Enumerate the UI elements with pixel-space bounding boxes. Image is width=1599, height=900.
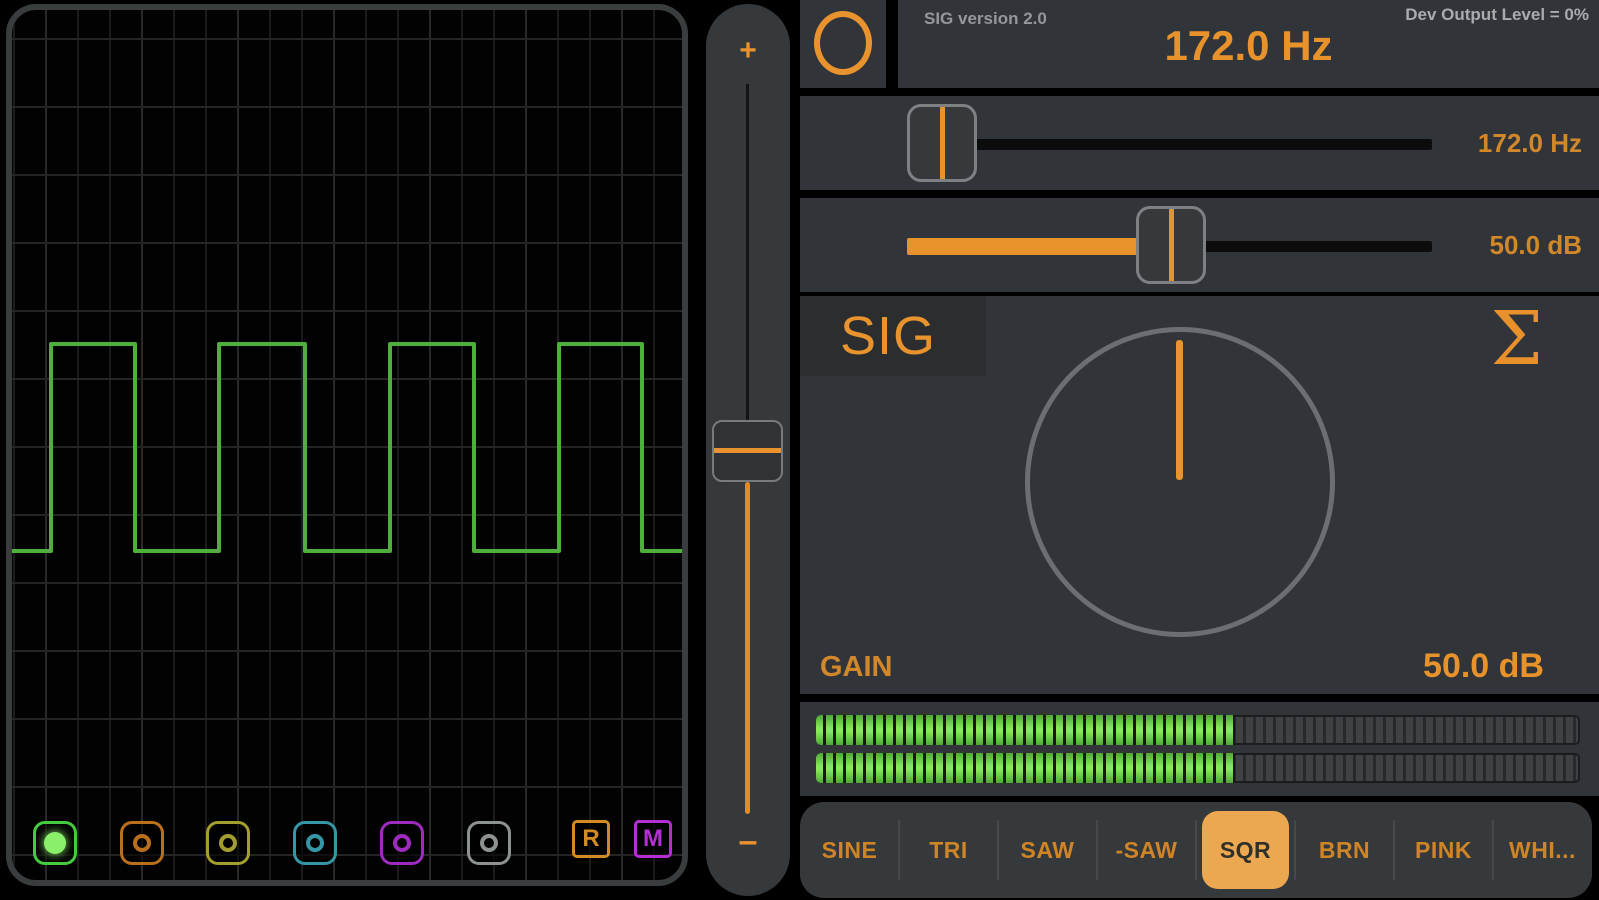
generator-title-box: SIG xyxy=(800,296,986,376)
waveform-option-tri[interactable]: TRI xyxy=(899,802,999,898)
oscilloscope-display: R M xyxy=(6,4,688,886)
channel-ring-icon xyxy=(393,834,411,852)
volume-track-upper[interactable] xyxy=(746,84,749,420)
gain-slider-thumb[interactable] xyxy=(1136,206,1207,284)
sig-signal-generator-app: R M + – SIG version 2.0 Dev Output Level… xyxy=(0,0,1599,900)
level-meter-left xyxy=(816,715,1580,745)
gain-slider-value: 50.0 dB xyxy=(1489,229,1583,260)
gain-slider-fill xyxy=(907,238,1172,255)
frequency-slider-track[interactable] xyxy=(907,139,1432,150)
minus-icon[interactable]: – xyxy=(706,822,790,861)
channel-ring-icon xyxy=(480,834,498,852)
scope-channel-button-5[interactable] xyxy=(380,821,424,865)
waveform-option-selected: SQR xyxy=(1201,810,1290,890)
volume-thumb-indicator xyxy=(714,448,781,453)
gain-knob-pointer xyxy=(1176,340,1183,480)
power-circle-button[interactable] xyxy=(814,11,872,75)
waveform-option-saw[interactable]: -SAW xyxy=(1097,802,1197,898)
output-level-slider[interactable]: + – xyxy=(706,4,790,896)
volume-track-lower-filled[interactable] xyxy=(745,482,750,814)
level-meter-right-fill xyxy=(816,753,1235,783)
scope-channel-button-4[interactable] xyxy=(293,821,337,865)
level-meter-right xyxy=(816,753,1580,783)
gain-knob-label: GAIN xyxy=(820,651,893,683)
scope-channel-button-2[interactable] xyxy=(120,821,164,865)
header-info-panel: SIG version 2.0 Dev Output Level = 0% 17… xyxy=(898,0,1599,88)
generator-section: SIG Σ GAIN 50.0 dB xyxy=(800,296,1599,694)
gain-knob-value: 50.0 dB xyxy=(1423,647,1544,685)
level-meter-section xyxy=(800,702,1599,796)
scope-channel-button-1[interactable] xyxy=(33,821,77,865)
waveform-option-sine[interactable]: SINE xyxy=(800,802,900,898)
waveform-option-pink[interactable]: PINK xyxy=(1394,802,1494,898)
volume-slider-thumb[interactable] xyxy=(712,420,783,482)
waveform-option-saw[interactable]: SAW xyxy=(998,802,1098,898)
frequency-slider-value: 172.0 Hz xyxy=(1477,127,1582,158)
frequency-slider-thumb[interactable] xyxy=(907,104,978,182)
waveform-option-whi[interactable]: WHI... xyxy=(1493,802,1592,898)
sum-sigma-icon[interactable]: Σ xyxy=(1491,296,1543,382)
frequency-thumb-indicator xyxy=(939,107,945,179)
channel-ring-icon xyxy=(306,834,324,852)
plus-icon[interactable]: + xyxy=(706,34,790,68)
waveform-selector: SINE TRI SAW -SAW SQR BRN PINK WHI... xyxy=(800,802,1592,898)
channel-active-dot-icon xyxy=(44,832,66,854)
channel-ring-icon xyxy=(219,834,237,852)
header-circle-panel xyxy=(800,0,886,88)
scope-channel-button-6[interactable] xyxy=(467,821,511,865)
gain-slider-section: 50.0 dB xyxy=(800,198,1599,292)
mode-button[interactable]: M xyxy=(634,820,672,858)
mode-button-label: M xyxy=(643,825,663,852)
scope-channel-button-3[interactable] xyxy=(206,821,250,865)
frequency-slider-section: 172.0 Hz xyxy=(800,96,1599,190)
scope-waveform-canvas xyxy=(12,10,682,880)
waveform-option-brn[interactable]: BRN xyxy=(1295,802,1395,898)
waveform-option-sqr[interactable]: SQR xyxy=(1196,802,1296,898)
channel-ring-icon xyxy=(133,834,151,852)
gain-thumb-indicator xyxy=(1168,209,1174,281)
level-meter-left-fill xyxy=(816,715,1235,745)
record-button-label: R xyxy=(582,825,600,852)
record-button[interactable]: R xyxy=(572,820,610,858)
frequency-readout: 172.0 Hz xyxy=(1164,22,1333,69)
generator-title: SIG xyxy=(840,306,937,366)
